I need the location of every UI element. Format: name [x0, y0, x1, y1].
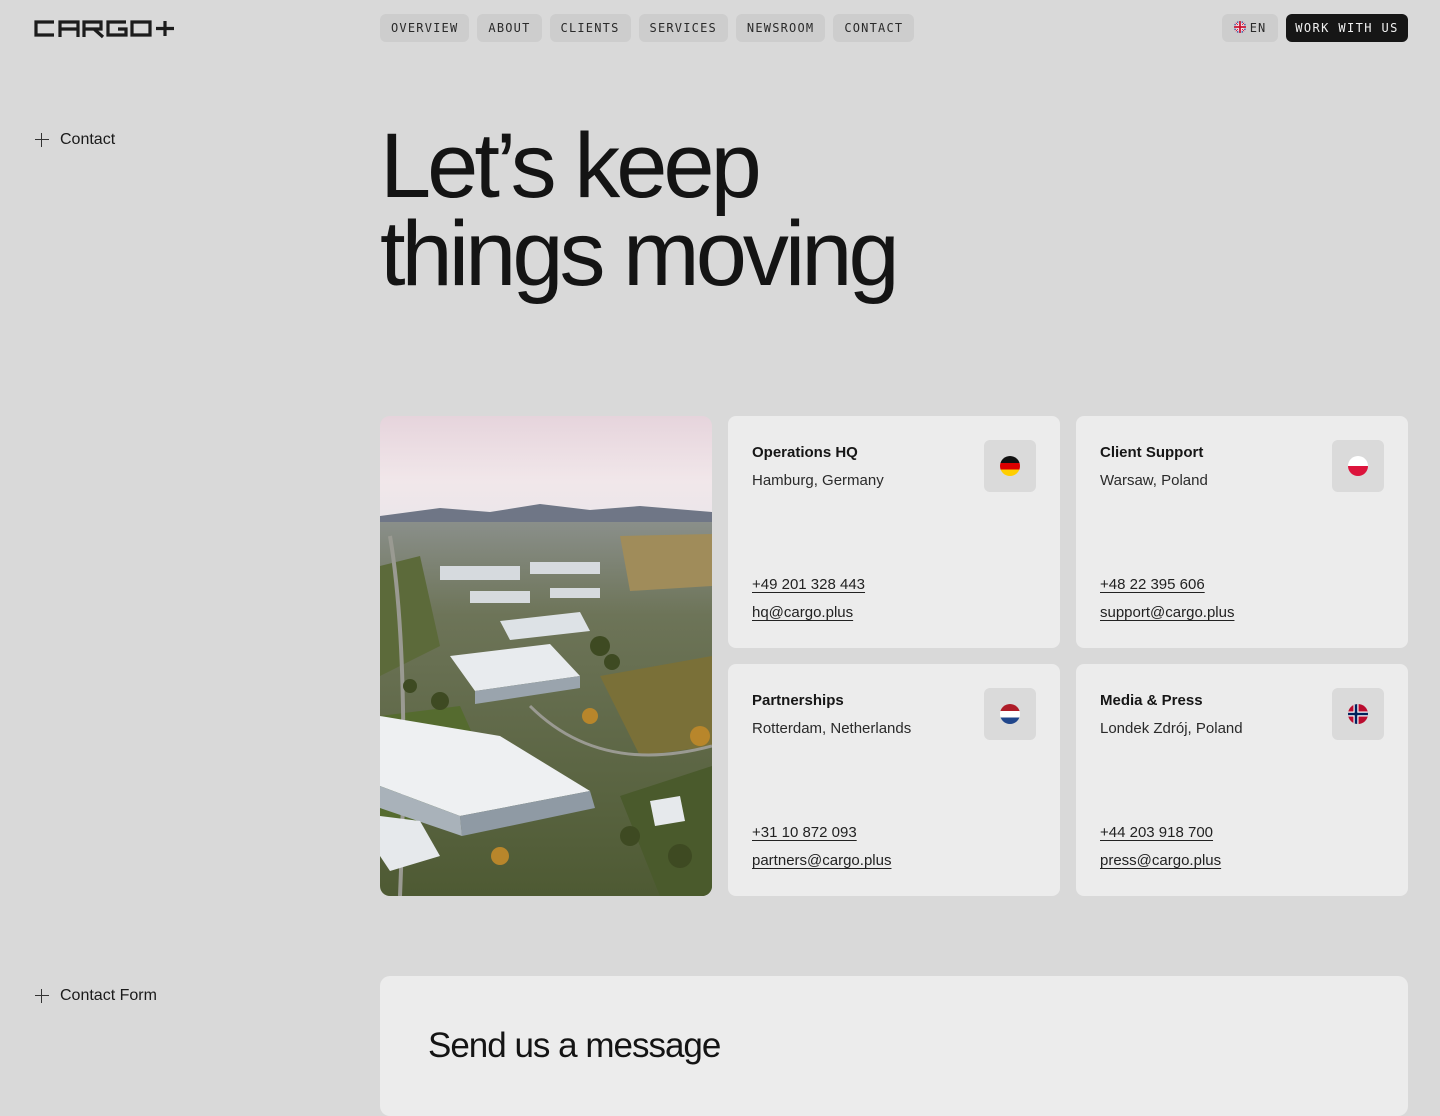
office-title: Partnerships: [752, 692, 844, 709]
office-card-partnerships: Partnerships Rotterdam, Netherlands +31 …: [728, 664, 1060, 896]
uk-flag-icon: [1233, 20, 1246, 36]
office-email-link[interactable]: partners@cargo.plus: [752, 852, 891, 869]
office-city: Rotterdam, Netherlands: [752, 720, 912, 737]
office-card-media-press: Media & Press Londek Zdrój, Poland +44 2…: [1076, 664, 1408, 896]
hero-heading: Let’s keep things moving: [380, 115, 900, 305]
language-selector[interactable]: EN: [1222, 14, 1278, 42]
office-email-link[interactable]: press@cargo.plus: [1100, 852, 1221, 869]
contact-label-text: Contact: [60, 131, 116, 148]
work-with-us-button[interactable]: WORK WITH US: [1286, 14, 1408, 42]
office-city: Warsaw, Poland: [1100, 472, 1208, 489]
contact-form-section-label: Contact Form: [34, 987, 157, 1005]
poland-flag-icon: [1332, 440, 1384, 492]
contact-section-label: Contact: [34, 131, 115, 149]
office-city: Hamburg, Germany: [752, 472, 884, 489]
office-title: Media & Press: [1100, 692, 1203, 709]
nav-newsroom[interactable]: NEWSROOM: [735, 14, 826, 42]
contact-form-label-text: Contact Form: [60, 987, 157, 1004]
germany-flag-icon: [984, 440, 1036, 492]
netherlands-flag-icon: [984, 688, 1036, 740]
main-nav: OVERVIEW ABOUT CLIENTS SERVICES NEWSROOM…: [380, 14, 915, 42]
nav-contact[interactable]: CONTACT: [833, 14, 915, 42]
office-email-link[interactable]: support@cargo.plus: [1100, 604, 1234, 621]
hero-line-1: Let’s keep: [380, 115, 762, 217]
nav-about[interactable]: ABOUT: [477, 14, 542, 42]
aerial-warehouse-photo: [380, 416, 712, 896]
form-title: Send us a message: [428, 1026, 721, 1065]
cargo-plus-logo[interactable]: [32, 16, 180, 40]
office-city: Londek Zdrój, Poland: [1100, 720, 1243, 737]
nav-clients[interactable]: CLIENTS: [549, 14, 631, 42]
office-card-operations-hq: Operations HQ Hamburg, Germany +49 201 3…: [728, 416, 1060, 648]
office-card-client-support: Client Support Warsaw, Poland +48 22 395…: [1076, 416, 1408, 648]
office-phone-link[interactable]: +44 203 918 700: [1100, 824, 1213, 841]
contact-form-panel: Send us a message: [380, 976, 1408, 1116]
nav-overview[interactable]: OVERVIEW: [380, 14, 470, 42]
hero-line-2: things moving: [380, 203, 900, 305]
office-phone-link[interactable]: +48 22 395 606: [1100, 576, 1205, 593]
plus-icon: [34, 132, 50, 148]
plus-icon: [34, 988, 50, 1004]
office-title: Client Support: [1100, 444, 1204, 461]
office-title: Operations HQ: [752, 444, 858, 461]
nav-services[interactable]: SERVICES: [638, 14, 728, 42]
office-phone-link[interactable]: +49 201 328 443: [752, 576, 865, 593]
language-code: EN: [1249, 21, 1267, 35]
office-email-link[interactable]: hq@cargo.plus: [752, 604, 853, 621]
office-phone-link[interactable]: +31 10 872 093: [752, 824, 857, 841]
norway-flag-icon: [1332, 688, 1384, 740]
